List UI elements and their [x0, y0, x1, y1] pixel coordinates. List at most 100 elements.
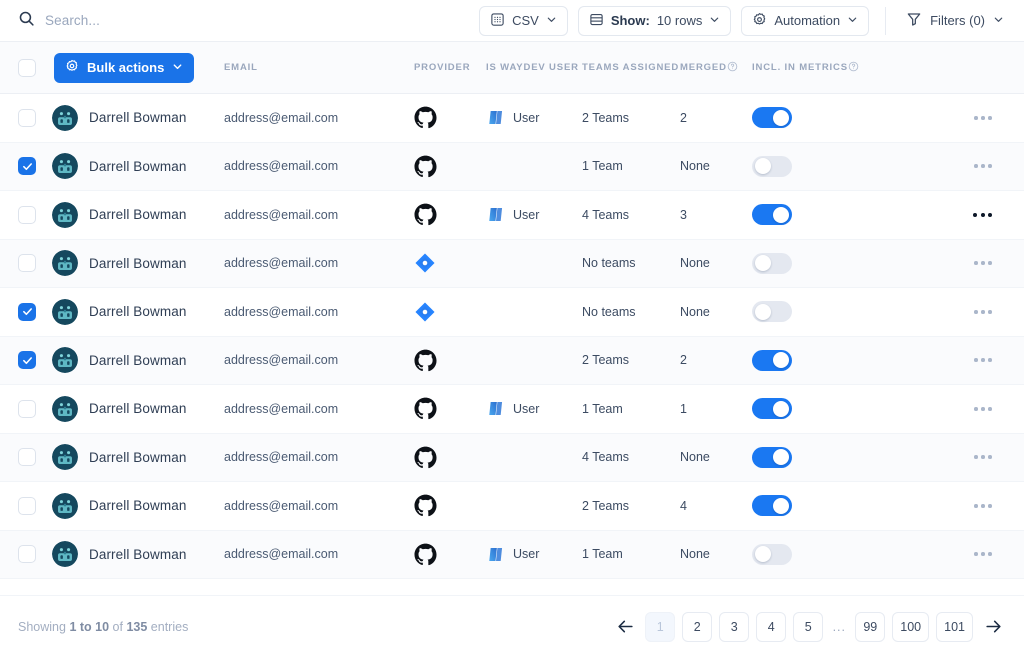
row-provider-cell [414, 446, 486, 469]
row-merged: None [680, 547, 710, 562]
incl-in-metrics-toggle[interactable] [752, 204, 792, 226]
pagination-page-button[interactable]: 101 [936, 611, 973, 642]
csv-grid-icon [490, 12, 505, 30]
row-teams-assigned: 4 Teams [582, 207, 630, 222]
search-input[interactable] [45, 7, 345, 34]
row-incl-in-metrics-cell [752, 349, 892, 371]
waydev-user-badge: User [486, 401, 539, 416]
row-email: address@email.com [224, 401, 339, 416]
filters-button[interactable]: Filters (0) [902, 6, 1010, 36]
row-select-cell [18, 205, 52, 224]
waydev-user-label: User [513, 110, 540, 125]
bulk-actions-button[interactable]: Bulk actions [54, 52, 195, 83]
row-select-checkbox[interactable] [18, 254, 36, 273]
row-user-name: Darrell Bowman [89, 352, 187, 368]
chevron-down-icon [709, 13, 720, 28]
table-row[interactable]: Darrell Bowman address@email.com User 2 Tea… [0, 94, 1024, 143]
pagination-page-button[interactable]: 100 [892, 611, 930, 642]
row-incl-in-metrics-cell [752, 398, 892, 420]
row-more-options-icon[interactable] [970, 401, 996, 417]
pagination-prev-button[interactable] [612, 612, 638, 642]
incl-in-metrics-toggle[interactable] [752, 252, 792, 274]
row-email: address@email.com [224, 256, 339, 271]
row-actions-cell [892, 110, 1006, 126]
row-select-checkbox[interactable] [18, 157, 36, 176]
row-select-checkbox[interactable] [18, 496, 36, 515]
row-teams-assigned-cell: 2 Teams [582, 111, 680, 125]
row-incl-in-metrics-cell [752, 301, 892, 323]
row-incl-in-metrics-cell [752, 107, 892, 129]
row-select-checkbox[interactable] [18, 205, 36, 224]
table-row[interactable]: Darrell Bowman address@email.com No teams N… [0, 239, 1024, 288]
row-select-checkbox[interactable] [18, 108, 36, 127]
table-row[interactable]: Darrell Bowman address@email.com No teams N… [0, 288, 1024, 337]
waydev-user-badge: User [486, 110, 539, 125]
pagination-page-button[interactable]: 2 [682, 611, 713, 642]
csv-export-button[interactable]: CSV [479, 5, 568, 36]
row-teams-assigned-cell: 4 Teams [582, 208, 680, 222]
row-more-options-icon[interactable] [970, 352, 996, 368]
table-row[interactable]: Darrell Bowman address@email.com User 4 Tea… [0, 191, 1024, 240]
row-more-options-icon[interactable] [969, 207, 996, 223]
github-icon [414, 155, 437, 177]
automation-button[interactable]: Automation [741, 5, 870, 36]
help-circle-icon[interactable] [848, 59, 859, 77]
avatar [52, 541, 78, 568]
chevron-down-icon [172, 60, 183, 75]
row-more-options-icon[interactable] [970, 498, 996, 514]
row-select-checkbox[interactable] [18, 545, 36, 564]
rows-icon [589, 12, 604, 30]
pagination-next-button[interactable] [980, 612, 1006, 642]
chevron-down-icon [847, 13, 858, 28]
row-email-cell: address@email.com [224, 547, 414, 561]
pagination-page-button[interactable]: 1 [645, 611, 676, 642]
table-row[interactable]: Darrell Bowman address@email.com 2 Teams 4 [0, 482, 1024, 531]
table-row[interactable]: Darrell Bowman address@email.com User 1 Tea… [0, 530, 1024, 579]
row-select-checkbox[interactable] [18, 302, 36, 321]
header-label-is-waydev-user: IS WAYDEV USER [486, 62, 579, 73]
row-is-waydev-user-cell: User [486, 401, 582, 416]
incl-in-metrics-toggle[interactable] [752, 155, 792, 177]
incl-in-metrics-toggle[interactable] [752, 398, 792, 420]
pagination-page-button[interactable]: 99 [855, 611, 886, 642]
row-select-checkbox[interactable] [18, 399, 36, 418]
incl-in-metrics-toggle[interactable] [752, 543, 792, 565]
row-merged-cell: 2 [680, 353, 752, 367]
row-teams-assigned: 2 Teams [582, 110, 630, 125]
table-row[interactable]: Darrell Bowman address@email.com 2 Teams 2 [0, 336, 1024, 385]
help-circle-icon[interactable] [727, 59, 738, 77]
rows-per-page-button[interactable]: Show: 10 rows [577, 5, 732, 36]
incl-in-metrics-toggle[interactable] [752, 107, 792, 129]
row-merged-cell: 3 [680, 208, 752, 222]
row-more-options-icon[interactable] [970, 110, 996, 126]
incl-in-metrics-toggle[interactable] [752, 349, 792, 371]
row-merged: None [680, 304, 710, 319]
row-more-options-icon[interactable] [970, 304, 996, 320]
incl-in-metrics-toggle[interactable] [752, 301, 792, 323]
showing-total: 135 [126, 619, 148, 634]
showing-of: of [112, 619, 123, 634]
incl-in-metrics-toggle[interactable] [752, 495, 792, 517]
avatar [52, 250, 78, 277]
select-all-checkbox[interactable] [18, 58, 36, 77]
row-more-options-icon[interactable] [970, 546, 996, 562]
row-more-options-icon[interactable] [970, 158, 996, 174]
row-select-cell [18, 157, 52, 176]
row-email-cell: address@email.com [224, 208, 414, 222]
row-select-checkbox[interactable] [18, 351, 36, 370]
table-row[interactable]: Darrell Bowman address@email.com User 1 Tea… [0, 385, 1024, 434]
pagination-page-button[interactable]: 3 [719, 611, 750, 642]
table-row[interactable]: Darrell Bowman address@email.com 4 Teams No… [0, 433, 1024, 482]
row-provider-cell [414, 252, 486, 274]
avatar [52, 395, 78, 422]
table-row[interactable]: Darrell Bowman address@email.com 1 Team Non… [0, 142, 1024, 191]
row-select-cell [18, 448, 52, 467]
pagination-page-button[interactable]: 4 [756, 611, 787, 642]
incl-in-metrics-toggle[interactable] [752, 446, 792, 468]
row-more-options-icon[interactable] [970, 255, 996, 271]
filters-label: Filters (0) [930, 13, 985, 28]
row-email: address@email.com [224, 353, 339, 368]
row-select-checkbox[interactable] [18, 448, 36, 467]
pagination-page-button[interactable]: 5 [793, 611, 824, 642]
row-more-options-icon[interactable] [970, 449, 996, 465]
